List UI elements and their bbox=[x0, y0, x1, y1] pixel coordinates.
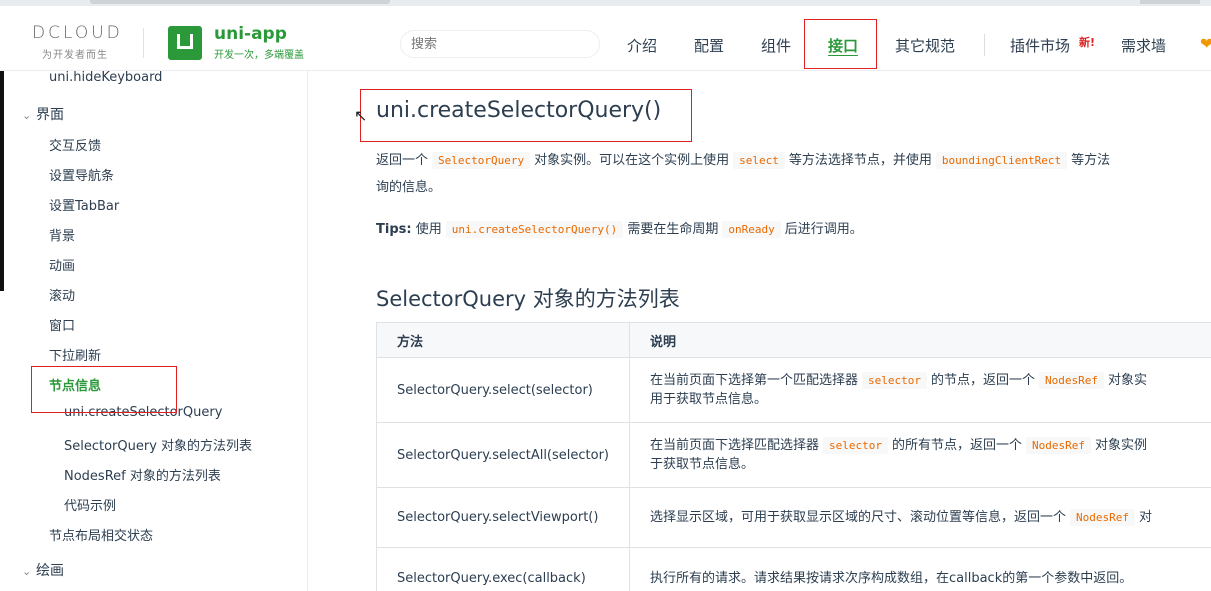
heart-icon[interactable]: ❤ bbox=[1200, 34, 1211, 53]
text: 使用 bbox=[415, 222, 442, 237]
sidebar-group-label: 界面 bbox=[36, 107, 64, 123]
window-edge bbox=[0, 71, 4, 291]
desc-line: 在当前页面下选择匹配选择器 selector 的所有节点，返回一个 NodesRef 对… bbox=[650, 436, 1205, 455]
table-cell-method: SelectorQuery.selectViewport() bbox=[376, 487, 630, 548]
text: 选择显示区域，可用于获取显示区域的尺寸、滚动位置等信息，返回一个 bbox=[650, 510, 1067, 525]
dcloud-slogan: 为开发者而生 bbox=[42, 50, 108, 61]
text: 后进行调用。 bbox=[784, 222, 863, 237]
sidebar-item[interactable]: 动画 bbox=[49, 255, 75, 274]
sidebar-subitem[interactable]: SelectorQuery 对象的方法列表 bbox=[64, 435, 252, 454]
search-input[interactable] bbox=[400, 30, 600, 58]
sidebar-item-hidekeyboard[interactable]: uni.hideKeyboard bbox=[49, 71, 162, 85]
text: 在当前页面下选择匹配选择器 bbox=[650, 438, 820, 453]
site-header: DCLOUD 为开发者而生 uni-app 开发一次，多端覆盖 介绍 配置 组件… bbox=[0, 6, 1211, 71]
annotation-box-title bbox=[360, 89, 692, 142]
desc-line: 选择显示区域，可用于获取显示区域的尺寸、滚动位置等信息，返回一个 NodesRef… bbox=[650, 508, 1205, 527]
table-row: SelectorQuery.select(selector) 在当前页面下选择第… bbox=[376, 357, 1211, 423]
main-content: uni.createSelectorQuery() 返回一个 SelectorQu… bbox=[308, 71, 1211, 591]
new-badge: 新! bbox=[1079, 36, 1096, 49]
text: 对象实例。可以在这个实例上使用 bbox=[534, 153, 730, 168]
table-cell-desc: 在当前页面下选择第一个匹配选择器 selector 的节点，返回一个 NodesRef… bbox=[629, 357, 1211, 423]
inline-code: boundingClientRect bbox=[935, 152, 1068, 169]
sidebar-group-label: 绘画 bbox=[36, 563, 64, 579]
inline-code: SelectorQuery bbox=[432, 152, 531, 169]
table-cell-desc: 执行所有的请求。请求结果按请求次序构成数组，在callback的第一个参数中返回… bbox=[629, 547, 1211, 591]
browser-tab[interactable] bbox=[1140, 0, 1200, 4]
table-cell-method: SelectorQuery.exec(callback) bbox=[376, 547, 630, 591]
table-header: 说明 bbox=[629, 322, 1211, 358]
sidebar-item[interactable]: 滚动 bbox=[49, 285, 75, 304]
chevron-down-icon: ⌄ bbox=[22, 565, 32, 578]
sidebar-subitem[interactable]: NodesRef 对象的方法列表 bbox=[64, 465, 221, 484]
sidebar-group-draw[interactable]: ⌄ 绘画 bbox=[22, 560, 64, 580]
annotation-box-nav-api bbox=[804, 19, 877, 69]
browser-tab[interactable] bbox=[90, 0, 390, 4]
header-divider bbox=[143, 28, 144, 58]
text: 的节点，返回一个 bbox=[931, 373, 1036, 388]
text: 的所有节点，返回一个 bbox=[892, 438, 1023, 453]
text: 等方法 bbox=[1071, 153, 1111, 168]
uni-app-logo-icon[interactable] bbox=[168, 26, 202, 60]
nav-intro[interactable]: 介绍 bbox=[627, 35, 657, 56]
uni-app-subtitle: 开发一次，多端覆盖 bbox=[214, 50, 304, 61]
tips-label: Tips: bbox=[376, 222, 412, 237]
sidebar-item[interactable]: 下拉刷新 bbox=[49, 345, 101, 364]
text: 对象实例 bbox=[1095, 438, 1148, 453]
desc-line: 于获取节点信息。 bbox=[650, 457, 755, 472]
inline-code: selector bbox=[823, 437, 888, 454]
table-cell-desc: 在当前页面下选择匹配选择器 selector 的所有节点，返回一个 NodesRef 对… bbox=[629, 422, 1211, 488]
desc-line: 在当前页面下选择第一个匹配选择器 selector 的节点，返回一个 NodesRef… bbox=[650, 371, 1205, 390]
inline-code: NodesRef bbox=[1070, 509, 1135, 526]
table-header: 方法 bbox=[376, 322, 630, 358]
inline-code: NodesRef bbox=[1026, 437, 1091, 454]
sidebar-item[interactable]: 窗口 bbox=[49, 315, 75, 334]
methods-table: 方法 说明 SelectorQuery.select(selector) 在当前… bbox=[376, 322, 1211, 591]
uni-app-title[interactable]: uni-app bbox=[214, 24, 287, 44]
sidebar-group-ui[interactable]: ⌄ 界面 bbox=[22, 104, 64, 124]
desc-line: 用于获取节点信息。 bbox=[650, 392, 768, 407]
table-cell-method: SelectorQuery.selectAll(selector) bbox=[376, 422, 630, 488]
text: 对象实 bbox=[1108, 373, 1148, 388]
sidebar-item[interactable]: 设置导航条 bbox=[49, 165, 114, 184]
inline-code: selector bbox=[862, 372, 927, 389]
inline-code: select bbox=[733, 152, 785, 169]
nav-divider bbox=[984, 34, 985, 56]
nav-other-specs[interactable]: 其它规范 bbox=[895, 35, 955, 56]
nav-config[interactable]: 配置 bbox=[694, 35, 724, 56]
description-line2: 询的信息。 bbox=[376, 180, 442, 195]
table-row: SelectorQuery.selectAll(selector) 在当前页面下… bbox=[376, 422, 1211, 488]
sidebar-item[interactable]: 背景 bbox=[49, 225, 75, 244]
text: 返回一个 bbox=[376, 153, 429, 168]
text: 在当前页面下选择第一个匹配选择器 bbox=[650, 373, 859, 388]
sidebar: uni.hideKeyboard ⌄ 界面 交互反馈 设置导航条 设置TabBar… bbox=[0, 71, 308, 591]
sidebar-item[interactable]: 交互反馈 bbox=[49, 135, 101, 154]
description: 返回一个 SelectorQuery 对象实例。可以在这个实例上使用 select 等方… bbox=[376, 149, 1111, 169]
dcloud-logo-text: DCLOUD bbox=[32, 23, 123, 43]
nav-components[interactable]: 组件 bbox=[761, 35, 791, 56]
section-title: SelectorQuery 对象的方法列表 bbox=[376, 287, 680, 311]
tips: Tips: 使用 uni.createSelectorQuery() 需要在生命周期… bbox=[376, 218, 863, 238]
text: 等方法选择节点，并使用 bbox=[788, 153, 932, 168]
annotation-box-sidebar bbox=[31, 366, 177, 413]
table-row: SelectorQuery.exec(callback) 执行所有的请求。请求结… bbox=[376, 547, 1211, 591]
nav-plugin-market[interactable]: 插件市场 bbox=[1010, 35, 1070, 56]
inline-code: NodesRef bbox=[1039, 372, 1104, 389]
nav-feature-wall[interactable]: 需求墙 bbox=[1121, 35, 1166, 56]
sidebar-subitem[interactable]: 代码示例 bbox=[64, 495, 116, 514]
inline-code: uni.createSelectorQuery() bbox=[445, 221, 624, 238]
chevron-down-icon: ⌄ bbox=[22, 109, 32, 122]
sidebar-item[interactable]: 设置TabBar bbox=[49, 195, 119, 214]
table-row: SelectorQuery.selectViewport() 选择显示区域，可用… bbox=[376, 487, 1211, 548]
cursor-icon: ↖ bbox=[354, 106, 368, 125]
text: 对 bbox=[1139, 510, 1153, 525]
dcloud-logo[interactable]: DCLOUD 为开发者而生 bbox=[32, 24, 132, 64]
inline-code: onReady bbox=[722, 221, 781, 238]
text: 需要在生命周期 bbox=[627, 222, 719, 237]
table-header-row: 方法 说明 bbox=[376, 322, 1211, 358]
table-cell-method: SelectorQuery.select(selector) bbox=[376, 357, 630, 423]
table-cell-desc: 选择显示区域，可用于获取显示区域的尺寸、滚动位置等信息，返回一个 NodesRef… bbox=[629, 487, 1211, 548]
desc-line: 执行所有的请求。请求结果按请求次序构成数组，在callback的第一个参数中返回… bbox=[650, 571, 1133, 586]
sidebar-item[interactable]: 节点布局相交状态 bbox=[49, 525, 153, 544]
